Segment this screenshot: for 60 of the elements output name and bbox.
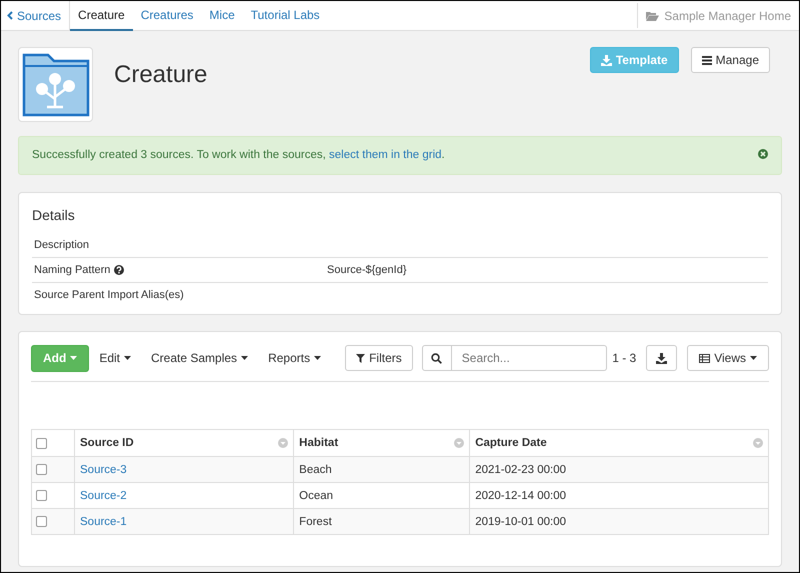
alert-message: Successfully created 3 sources. To work with the sources, select them in the grid. [32, 149, 445, 161]
menu-dropdown[interactable]: Create Samples [141, 351, 258, 365]
column-menu-icon[interactable] [753, 438, 763, 448]
download-icon [600, 54, 612, 66]
column-header: Capture Date [475, 437, 547, 449]
export-button[interactable] [646, 345, 678, 371]
table-cell: 2021-02-23 00:00 [475, 464, 566, 476]
checkbox[interactable] [36, 490, 47, 501]
source-link[interactable]: Source-2 [80, 490, 127, 502]
chevron-left-icon [7, 11, 13, 20]
row-count: 1 - 3 [612, 351, 636, 365]
detail-label: Description [34, 239, 90, 251]
caret-icon [750, 356, 757, 360]
back-link[interactable]: Sources [1, 1, 70, 30]
caret-icon [70, 356, 78, 360]
column-header: Habitat [299, 437, 338, 449]
filter-icon [356, 354, 366, 362]
checkbox[interactable] [36, 464, 47, 475]
nav-tab[interactable]: Mice [201, 1, 243, 31]
nav-tab[interactable]: Tutorial Labs [242, 1, 328, 31]
menu-dropdown[interactable]: Reports [258, 351, 332, 365]
manage-button[interactable]: Manage [690, 47, 770, 73]
views-button[interactable]: Views [687, 345, 769, 371]
add-button[interactable]: Add [31, 344, 90, 372]
detail-label: Naming Pattern [34, 264, 110, 276]
nav-tab[interactable]: Creature [70, 1, 133, 31]
column-header: Source ID [80, 437, 134, 449]
column-menu-icon[interactable] [454, 438, 464, 448]
detail-value: Source-${genId} [327, 264, 408, 276]
caret-icon [314, 356, 322, 360]
detail-label: Source Parent Import Alias(es) [34, 289, 184, 301]
help-icon [114, 265, 124, 275]
search-button[interactable] [422, 345, 452, 371]
folder-tree-icon [22, 52, 90, 116]
source-link[interactable]: Source-1 [80, 516, 127, 528]
filters-button[interactable]: Filters [345, 345, 413, 371]
caret-icon [124, 356, 132, 360]
folder-icon [646, 10, 660, 20]
close-icon[interactable] [758, 149, 768, 159]
table-cell: Forest [299, 516, 332, 528]
search-field[interactable]: Search... [452, 345, 607, 371]
nav-tab[interactable]: Creatures [132, 1, 202, 31]
search-icon [431, 352, 442, 364]
grid-link[interactable]: select them in the grid [329, 149, 442, 161]
column-menu-icon[interactable] [278, 438, 288, 448]
table-cell: Ocean [299, 490, 334, 502]
source-link[interactable]: Source-3 [80, 464, 127, 476]
table-cell: 2020-12-14 00:00 [475, 490, 566, 502]
panel-title: Details [32, 207, 76, 223]
checkbox[interactable] [36, 438, 47, 448]
checkbox[interactable] [36, 516, 47, 527]
table-icon [699, 354, 710, 362]
menu-icon [702, 56, 712, 64]
caret-icon [241, 356, 248, 360]
page-title: Creature [114, 60, 208, 89]
menu-dropdown[interactable]: Edit [89, 351, 142, 365]
table-cell: 2019-10-01 00:00 [475, 516, 566, 528]
table-cell: Beach [299, 464, 332, 476]
home-link[interactable]: Sample Manager Home [637, 3, 799, 28]
download-icon [656, 352, 668, 364]
